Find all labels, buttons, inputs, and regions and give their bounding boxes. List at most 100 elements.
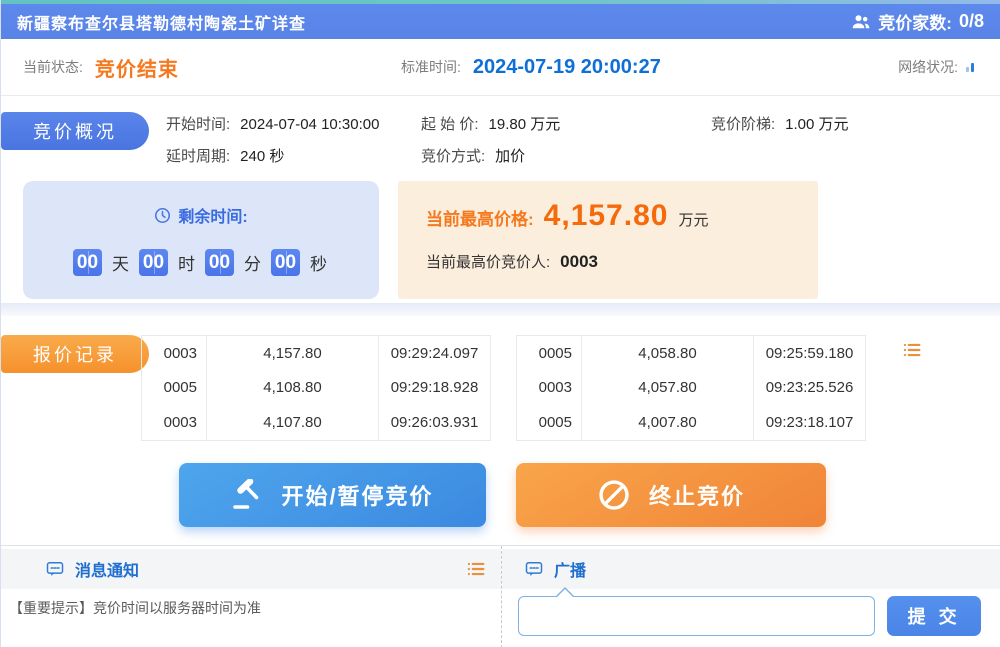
unit-second: 秒	[310, 250, 327, 275]
bottom-section: 消息通知 【重要提示】竞价时间以服务器时间为准 广播	[1, 545, 1000, 647]
bid-records-section: 报价记录 0003 4,157.80 09:29:24.097 0005 4,1…	[1, 316, 1000, 545]
current-status-value: 竞价结束	[95, 53, 179, 82]
broadcast-bubble-icon	[524, 559, 544, 579]
message-bubble-icon	[45, 559, 65, 579]
network-status-label: 网络状况:	[898, 57, 958, 77]
prohibition-icon	[597, 478, 631, 512]
delay-period-value: 240 秒	[240, 148, 284, 165]
countdown-label: 剩余时间:	[178, 203, 247, 227]
submit-button[interactable]: 提 交	[887, 596, 981, 636]
countdown-minutes: 00	[205, 249, 234, 276]
countdown-days: 00	[73, 249, 102, 276]
broadcast-input[interactable]	[518, 596, 875, 636]
start-pause-label: 开始/暂停竞价	[281, 479, 433, 511]
countdown-hours: 00	[139, 249, 168, 276]
highest-price-line: 当前最高价格: 4,157.80 万元	[426, 199, 708, 233]
message-notice-title: 消息通知	[75, 557, 139, 581]
highest-bidder-line: 当前最高价竞价人: 0003	[426, 251, 598, 272]
terminate-bidding-button[interactable]: 终止竞价	[516, 463, 826, 527]
delay-period-field: 延时周期: 240 秒	[166, 145, 284, 166]
time-cell: 09:29:24.097	[379, 336, 490, 371]
increment-value: 1.00 万元	[785, 116, 848, 133]
standard-time-label: 标准时间:	[401, 57, 461, 77]
price-cell: 4,057.80	[582, 371, 754, 406]
time-cell: 09:25:59.180	[754, 336, 865, 371]
broadcast-header: 广播	[502, 549, 1000, 589]
message-notice-header: 消息通知	[1, 549, 501, 589]
countdown-seconds: 00	[271, 249, 300, 276]
unit-hour: 时	[178, 250, 195, 275]
table-row: 0003 4,157.80 09:29:24.097	[142, 336, 490, 371]
gavel-icon	[231, 479, 263, 511]
standard-time-group: 标准时间: 2024-07-19 20:00:27	[401, 39, 661, 95]
bidder-cell: 0003	[517, 371, 582, 406]
records-section-badge: 报价记录	[1, 335, 149, 373]
auction-page: 新疆察布查尔县塔勒德村陶瓷土矿详查 竞价家数: 0/8 当前状态: 竞价结束 标…	[0, 0, 1000, 647]
notice-message: 【重要提示】竞价时间以服务器时间为准	[9, 598, 261, 618]
broadcast-title: 广播	[554, 557, 586, 581]
status-bar: 当前状态: 竞价结束 标准时间: 2024-07-19 20:00:27 网络状…	[1, 39, 1000, 96]
bid-records-table-left: 0003 4,157.80 09:29:24.097 0005 4,108.80…	[141, 335, 491, 441]
price-cell: 4,107.80	[207, 405, 379, 440]
clock-icon	[154, 207, 171, 224]
increment-label: 竞价阶梯:	[711, 116, 775, 133]
page-title: 新疆察布查尔县塔勒德村陶瓷土矿详查	[17, 10, 306, 34]
highest-price-unit: 万元	[678, 209, 708, 230]
countdown-title: 剩余时间:	[23, 203, 379, 227]
unit-day: 天	[112, 250, 129, 275]
standard-time-value: 2024-07-19 20:00:27	[473, 56, 661, 79]
network-signal-icon	[966, 62, 974, 72]
price-cell: 4,108.80	[207, 371, 379, 406]
start-price-label: 起 始 价:	[421, 116, 479, 133]
network-status-group: 网络状况:	[898, 39, 974, 95]
time-cell: 09:29:18.928	[379, 371, 490, 406]
highest-price-value: 4,157.80	[544, 199, 669, 233]
time-cell: 09:26:03.931	[379, 405, 490, 440]
section-separator	[1, 303, 1000, 316]
table-row: 0003 4,057.80 09:23:25.526	[517, 371, 865, 406]
bidders-icon	[851, 12, 871, 32]
bidder-cell: 0005	[142, 371, 207, 406]
records-list-icon[interactable]	[901, 339, 923, 361]
bidder-cell: 0005	[517, 405, 582, 440]
unit-minute: 分	[244, 250, 261, 275]
message-notice-panel: 消息通知 【重要提示】竞价时间以服务器时间为准	[1, 546, 501, 647]
table-row: 0003 4,107.80 09:26:03.931	[142, 405, 490, 440]
start-time-value: 2024-07-04 10:30:00	[240, 116, 379, 133]
bidder-cell: 0003	[142, 336, 207, 371]
current-status-label: 当前状态:	[23, 57, 83, 77]
start-time-field: 开始时间: 2024-07-04 10:30:00	[166, 113, 379, 134]
start-time-label: 开始时间:	[166, 116, 230, 133]
bidder-cell: 0005	[517, 336, 582, 371]
price-cell: 4,058.80	[582, 336, 754, 371]
highest-bidder-label: 当前最高价竞价人:	[426, 251, 550, 272]
broadcast-input-row: 提 交	[518, 596, 981, 636]
bid-mode-label: 竞价方式:	[421, 148, 485, 165]
title-bar: 新疆察布查尔县塔勒德村陶瓷土矿详查 竞价家数: 0/8	[1, 4, 1000, 39]
bid-records-table-right: 0005 4,058.80 09:25:59.180 0003 4,057.80…	[516, 335, 866, 441]
bidder-count-group: 竞价家数: 0/8	[851, 9, 984, 34]
time-cell: 09:23:18.107	[754, 405, 865, 440]
countdown-card: 剩余时间: 00 天 00 时 00 分 00 秒	[23, 181, 379, 299]
delay-period-label: 延时周期:	[166, 148, 230, 165]
highest-price-card: 当前最高价格: 4,157.80 万元 当前最高价竞价人: 0003	[398, 181, 818, 299]
bid-mode-value: 加价	[495, 148, 525, 165]
increment-field: 竞价阶梯: 1.00 万元	[711, 113, 849, 134]
table-row: 0005 4,108.80 09:29:18.928	[142, 371, 490, 406]
price-cell: 4,157.80	[207, 336, 379, 371]
bidder-count-value: 0/8	[959, 11, 984, 32]
table-row: 0005 4,058.80 09:25:59.180	[517, 336, 865, 371]
bidder-cell: 0003	[142, 405, 207, 440]
message-list-icon[interactable]	[465, 558, 487, 580]
price-cell: 4,007.80	[582, 405, 754, 440]
auction-overview-section: 竞价概况 开始时间: 2024-07-04 10:30:00 起 始 价: 19.8…	[1, 96, 1000, 303]
start-price-value: 19.80 万元	[489, 116, 561, 133]
highest-price-label: 当前最高价格:	[426, 205, 534, 230]
overview-section-badge: 竞价概况	[1, 112, 149, 150]
broadcast-panel: 广播 提 交	[501, 546, 1000, 647]
table-row: 0005 4,007.80 09:23:18.107	[517, 405, 865, 440]
countdown-digits: 00 天 00 时 00 分 00 秒	[23, 249, 379, 276]
bidder-count-label: 竞价家数:	[878, 9, 952, 34]
highest-bidder-value: 0003	[560, 252, 598, 272]
start-pause-bidding-button[interactable]: 开始/暂停竞价	[179, 463, 486, 527]
